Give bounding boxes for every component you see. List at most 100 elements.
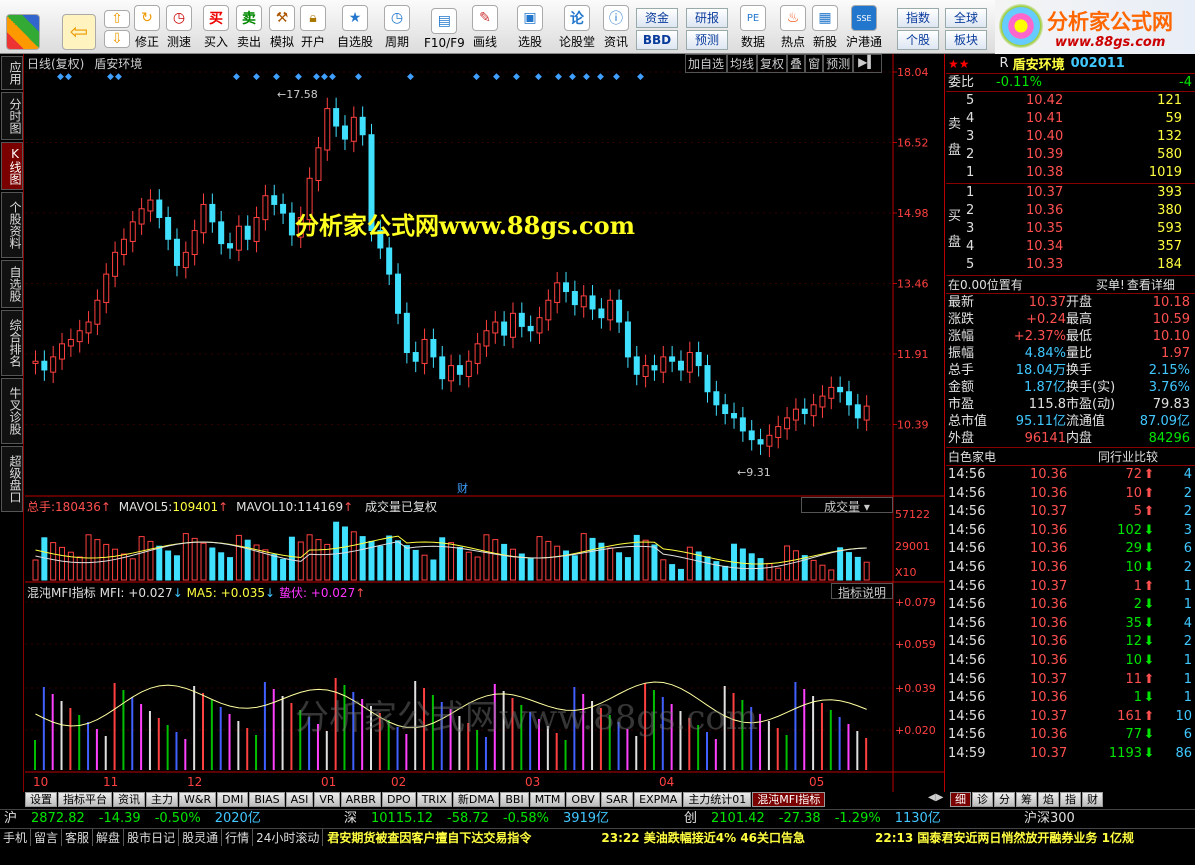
status-tab[interactable]: 股市日记 [124, 829, 180, 846]
sell-level-num: 3 [966, 129, 975, 144]
new-stock-button[interactable]: ▦ 新股 [812, 4, 838, 50]
quote-tab[interactable]: 细 [950, 792, 971, 807]
status-tab[interactable]: 行情 [222, 829, 254, 846]
status-tab[interactable]: 股灵通 [179, 829, 223, 846]
index-button[interactable]: 指数 [897, 8, 939, 28]
f10-button[interactable]: ▤ F10/F9 [424, 4, 465, 50]
scroll-arrows[interactable]: ⇧ ⇩ [104, 4, 130, 50]
news-button[interactable]: ⓘ 资讯 [603, 4, 629, 50]
tab-intraday[interactable]: 分时图 [1, 92, 23, 140]
global-button[interactable]: 全球 [945, 8, 987, 28]
tab-kline[interactable]: K线图 [1, 142, 23, 190]
indicator-tab[interactable]: VR [314, 792, 340, 807]
research-button[interactable]: 研报 [686, 8, 728, 28]
tab-stock-profile[interactable]: 个股资料 [1, 192, 23, 258]
quote-tab[interactable]: 筹 [1016, 792, 1037, 807]
indicator-tab[interactable]: 指标平台 [58, 792, 112, 807]
indicator-tab[interactable]: 混沌MFI指标 [752, 792, 826, 807]
forecast-button[interactable]: 预测 [686, 30, 728, 50]
tab-watchlist[interactable]: 自选股 [1, 260, 23, 308]
indicator-tab[interactable]: BBI [500, 792, 529, 807]
adjust-button[interactable]: 复权 [757, 54, 788, 73]
news-3[interactable]: 22:13 国泰君安近两日悄然放开融券业务 1亿规 [875, 829, 1134, 846]
simulate-button[interactable]: ⚒ 模拟 [269, 4, 295, 50]
overlay-button[interactable]: 叠 [787, 54, 806, 73]
quote-tab[interactable]: 焰 [1038, 792, 1059, 807]
news-2[interactable]: 23:22 美油跌幅接近4% 46关口告急 [601, 829, 805, 846]
quote-tab[interactable]: 诊 [972, 792, 993, 807]
fund-button[interactable]: 资金 [636, 8, 678, 28]
stat-label: 市盈(动) [1066, 397, 1116, 412]
indicator-tab[interactable]: BIAS [249, 792, 285, 807]
watchlist-button[interactable]: ★ 自选股 [337, 4, 373, 50]
open-account-button[interactable]: 🔒︎ 开户 [300, 4, 326, 50]
status-tab[interactable]: 24小时滚动 [253, 829, 324, 846]
quote-code-prefix: R [999, 56, 1009, 71]
quote-tab[interactable]: 指 [1060, 792, 1081, 807]
data-button[interactable]: PE 数据 [740, 4, 766, 50]
indicator-help-button[interactable]: 指标说明 [831, 583, 893, 600]
buy-button[interactable]: 买买入 [203, 4, 229, 50]
bbd-button[interactable]: BBD [636, 30, 678, 50]
indicator-tab[interactable]: DMI [217, 792, 249, 807]
single-stock-button[interactable]: 个股 [897, 30, 939, 50]
window-button[interactable]: 窗 [805, 54, 824, 73]
forum-icon: 论 [564, 5, 590, 31]
indicator-tab[interactable]: 设置 [25, 792, 57, 807]
tab-scroll-arrows[interactable]: ◀▶ [928, 792, 943, 803]
chart-menu-icon[interactable]: ▶▍ [853, 54, 882, 73]
indicator-tab[interactable]: W&R [179, 792, 217, 807]
add-watch-button[interactable]: 加自选 [685, 54, 728, 73]
tab-apps[interactable]: 应用 [1, 56, 23, 90]
indicator-tab[interactable]: 主力 [146, 792, 178, 807]
tab-ranking[interactable]: 综合排名 [1, 310, 23, 376]
stock-picker-button[interactable]: ▣ 选股 [517, 4, 543, 50]
tick-list[interactable]: 14:56 10.36 72 ⬆ 4 14:56 10.36 10 ⬆ 2 14:56 10.37 5 ⬆… [946, 466, 1195, 764]
candle-body [580, 295, 587, 308]
indicator-tab[interactable]: DPO [381, 792, 416, 807]
indicator-tab[interactable]: OBV [566, 792, 600, 807]
fix-button[interactable]: ↻ 修正 [134, 4, 160, 50]
status-tab[interactable]: 客服 [62, 829, 94, 846]
tab-diagnosis[interactable]: 牛叉诊股 [1, 378, 23, 444]
forum-button[interactable]: 论论股堂 [559, 4, 595, 50]
market-index[interactable]: 沪深300 [1020, 810, 1140, 827]
market-index[interactable]: 深 10115.12 -58.72 -0.58% 3919亿 [340, 810, 680, 827]
volume-dropdown[interactable]: 成交量 ▾ [801, 497, 893, 514]
indicator-tab[interactable]: 资讯 [113, 792, 145, 807]
indicator-tab[interactable]: ASI [285, 792, 314, 807]
indicator-tab[interactable]: EXPMA [634, 792, 683, 807]
candle-body [633, 356, 640, 375]
tab-super-panel[interactable]: 超级盘口 [1, 446, 23, 512]
predict-button[interactable]: 预测 [823, 54, 854, 73]
market-index[interactable]: 沪 2872.82 -14.39 -0.50% 2020亿 [0, 810, 340, 827]
status-tab[interactable]: 解盘 [93, 829, 125, 846]
back-button[interactable]: ⇦ [62, 6, 96, 52]
indicator-tab[interactable]: 新DMA [452, 792, 500, 807]
status-tab[interactable]: 留言 [31, 829, 63, 846]
period-button[interactable]: ◷ 周期 [384, 4, 410, 50]
draw-line-button[interactable]: ✎ 画线 [472, 4, 498, 50]
sell-button[interactable]: 卖卖出 [236, 4, 262, 50]
sector-button[interactable]: 板块 [945, 30, 987, 50]
quote-tab[interactable]: 分 [994, 792, 1015, 807]
hot-button[interactable]: ♨ 热点 [780, 4, 806, 50]
market-index[interactable]: 创 2101.42 -27.38 -1.29% 1130亿 [680, 810, 1020, 827]
kline-chart-area[interactable]: 18.04 16.52 14.98 13.46 11.91 10.39 ◆ ◆ ◆ ◆ ◆ ◆ ◆ ◆ ◆ ◆… [25, 54, 945, 794]
chart-canvas[interactable]: 18.0416.5214.9813.4611.9110.39◆ ◆ ◆ ◆ ◆ ◆ ◆ ◆ ◆ ◆… [25, 54, 945, 794]
indicator-tab[interactable]: 主力统计01 [683, 792, 752, 807]
view-detail-link[interactable]: 查看详细 [1127, 276, 1175, 293]
candle-body [59, 343, 66, 360]
indicator-tab[interactable]: SAR [600, 792, 634, 807]
buy-level-num: 4 [966, 239, 975, 254]
indicator-tab[interactable]: TRIX [416, 792, 452, 807]
speedtest-button[interactable]: ◷ 测速 [166, 4, 192, 50]
industry-compare-button[interactable]: 同行业比较 [1098, 448, 1158, 465]
indicator-tab[interactable]: ARBR [340, 792, 381, 807]
hk-connect-button[interactable]: SSE 沪港通 [846, 4, 882, 50]
quote-tab[interactable]: 财 [1082, 792, 1103, 807]
indicator-tab[interactable]: MTM [529, 792, 566, 807]
status-tab[interactable]: 手机 [0, 829, 32, 846]
ma-button[interactable]: 均线 [727, 54, 758, 73]
news-1[interactable]: 君安期货被查因客户擅自下达交易指令 [327, 829, 531, 846]
